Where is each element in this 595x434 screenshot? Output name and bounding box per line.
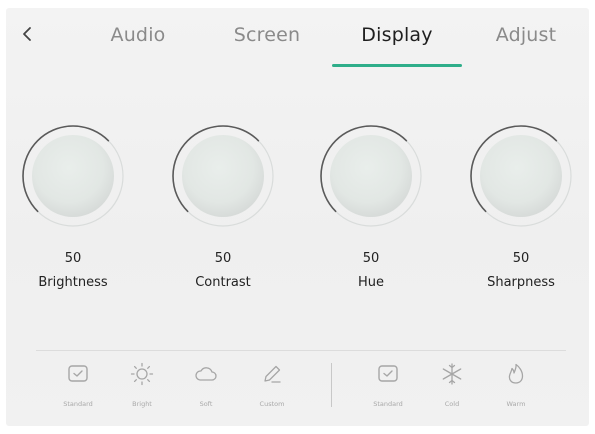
color-temp-label: Cold [444,400,460,408]
hue-control: 50 Hue [312,123,430,323]
knob-dial-graphic [470,125,572,227]
brightness-label: Brightness [38,275,108,290]
picture-mode-soft[interactable]: Soft [178,360,234,416]
color-temp-cold[interactable]: Cold [424,360,480,416]
picture-mode-custom[interactable]: Custom [244,360,300,416]
contrast-value: 50 [214,251,232,266]
standard-icon [378,365,398,382]
knob-face [182,135,264,217]
back-button[interactable] [18,23,36,45]
mode-divider [36,350,566,351]
picture-mode-label: Soft [199,400,213,408]
chevron-left-icon [23,27,31,41]
picture-mode-label: Custom [259,400,285,408]
tab-bar: Audio Screen Display Adjust [6,8,589,70]
picture-mode-label: Standard [63,400,93,408]
pencil-icon [264,365,281,383]
contrast-knob[interactable] [170,123,276,229]
contrast-control: 50 Contrast [164,123,282,323]
brightness-knob[interactable] [20,123,126,229]
display-settings-screen: Audio Screen Display Adjust 50 Brightnes… [6,8,589,426]
brightness-control: 50 Brightness [14,123,132,323]
sharpness-value: 50 [512,251,530,266]
sharpness-label: Sharpness [487,275,555,290]
standard-icon [68,365,88,382]
picture-mode-label: Bright [132,400,152,408]
hue-label: Hue [357,275,384,290]
picture-mode-standard[interactable]: Standard [50,360,106,416]
tab-display[interactable]: Display [361,24,432,46]
hue-knob[interactable] [318,123,424,229]
knob-face [480,135,562,217]
contrast-label: Contrast [195,275,251,290]
snowflake-icon [442,363,462,385]
knob-dial-graphic [172,125,274,227]
hue-value: 50 [362,251,380,266]
cloud-icon [195,367,217,381]
tab-adjust[interactable]: Adjust [496,24,557,46]
color-temp-warm[interactable]: Warm [488,360,544,416]
section-divider [331,363,332,407]
sharpness-knob[interactable] [468,123,574,229]
flame-icon [508,363,524,384]
knob-face [330,135,412,217]
color-temp-standard[interactable]: Standard [360,360,416,416]
knob-dial-graphic [22,125,124,227]
active-tab-indicator [332,64,462,67]
tab-audio[interactable]: Audio [110,24,165,46]
knob-dial-graphic [320,125,422,227]
picture-mode-bright[interactable]: Bright [114,360,170,416]
color-temp-label: Warm [506,400,526,408]
knob-face [32,135,114,217]
brightness-value: 50 [64,251,82,266]
sun-icon [130,362,154,386]
tab-screen[interactable]: Screen [234,24,301,46]
color-temp-label: Standard [373,400,403,408]
sharpness-control: 50 Sharpness [462,123,580,323]
